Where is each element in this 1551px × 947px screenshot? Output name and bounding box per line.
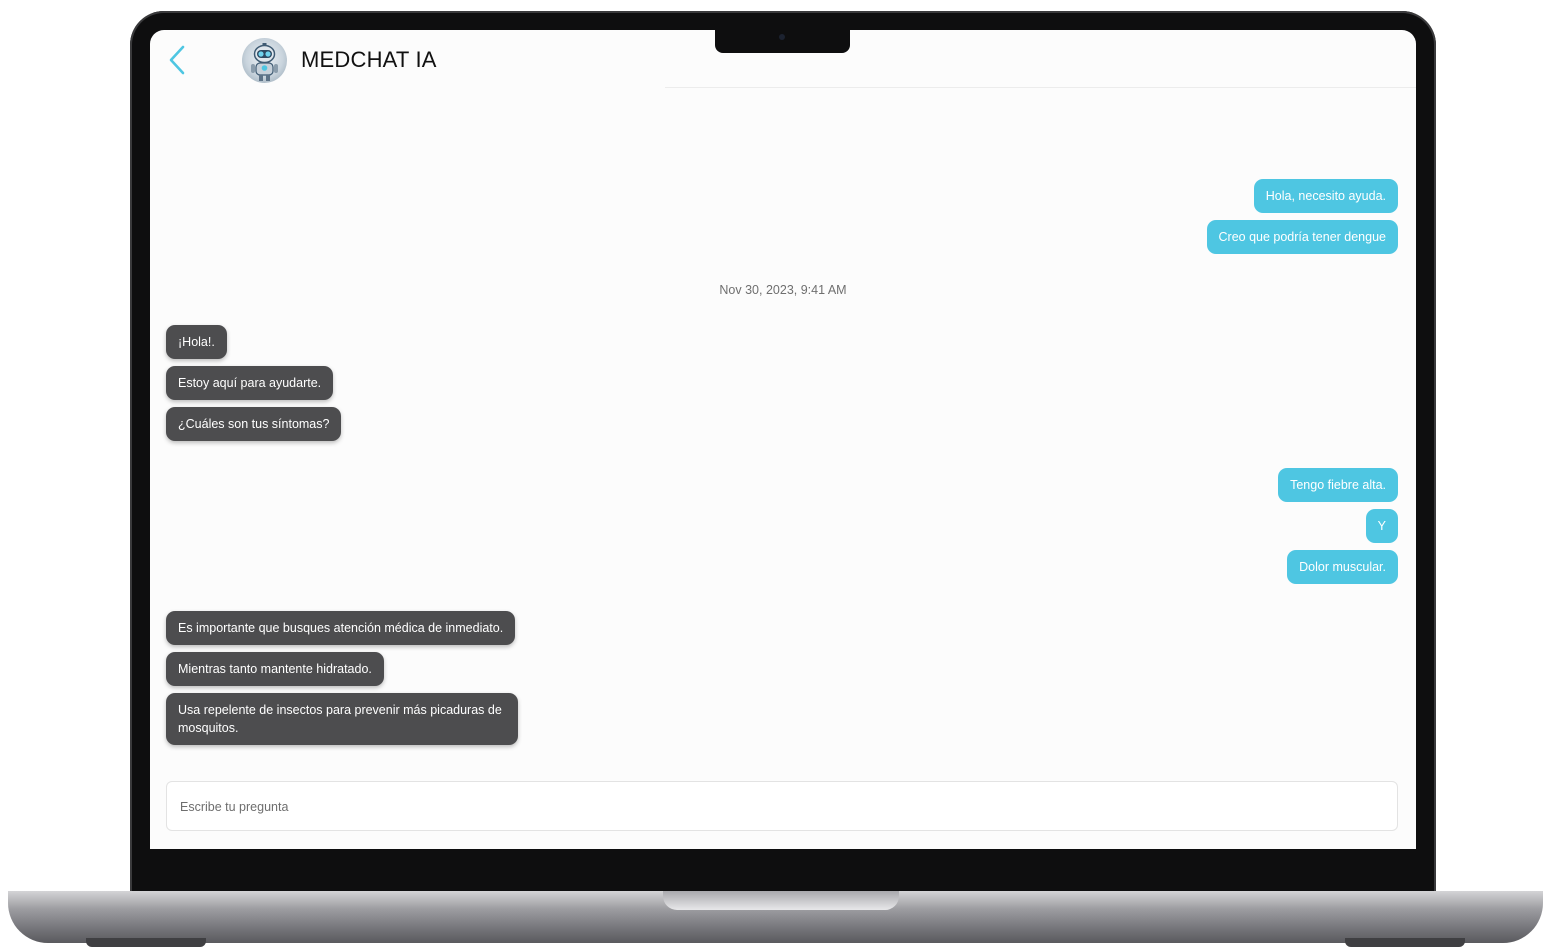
back-button[interactable] (166, 44, 190, 76)
laptop-foot (86, 938, 206, 947)
user-message: Y (1365, 509, 1398, 543)
bot-message: Estoy aquí para ayudarte. (166, 366, 334, 400)
bot-message: ¿Cuáles son tus síntomas? (166, 407, 342, 441)
user-message: Tengo fiebre alta. (1278, 468, 1398, 502)
screen-bezel (150, 849, 1416, 865)
app-screen: MEDCHAT IA Hola, necesito ayuda. Creo qu… (150, 30, 1416, 849)
user-message: Creo que podría tener dengue (1206, 220, 1398, 254)
chat-timestamp: Nov 30, 2023, 9:41 AM (719, 283, 847, 297)
page-title: MEDCHAT IA (301, 47, 437, 72)
question-input[interactable] (178, 782, 1382, 832)
laptop-foot (1345, 938, 1465, 947)
bot-message: ¡Hola!. (166, 325, 227, 359)
laptop-opening-notch (663, 891, 899, 910)
robot-avatar-icon (242, 38, 287, 83)
bot-message: Mientras tanto mantente hidratado. (166, 652, 384, 686)
camera-icon (779, 34, 785, 40)
camera-notch (715, 30, 850, 53)
user-message: Dolor muscular. (1287, 550, 1398, 584)
user-message: Hola, necesito ayuda. (1253, 179, 1398, 213)
laptop-mockup: MEDCHAT IA Hola, necesito ayuda. Creo qu… (0, 0, 1551, 947)
bot-message: Usa repelente de insectos para prevenir … (166, 693, 518, 745)
chevron-left-icon (169, 45, 185, 75)
bot-message: Es importante que busques atención médic… (166, 611, 516, 645)
header-divider (665, 87, 1416, 88)
composer (166, 781, 1398, 832)
